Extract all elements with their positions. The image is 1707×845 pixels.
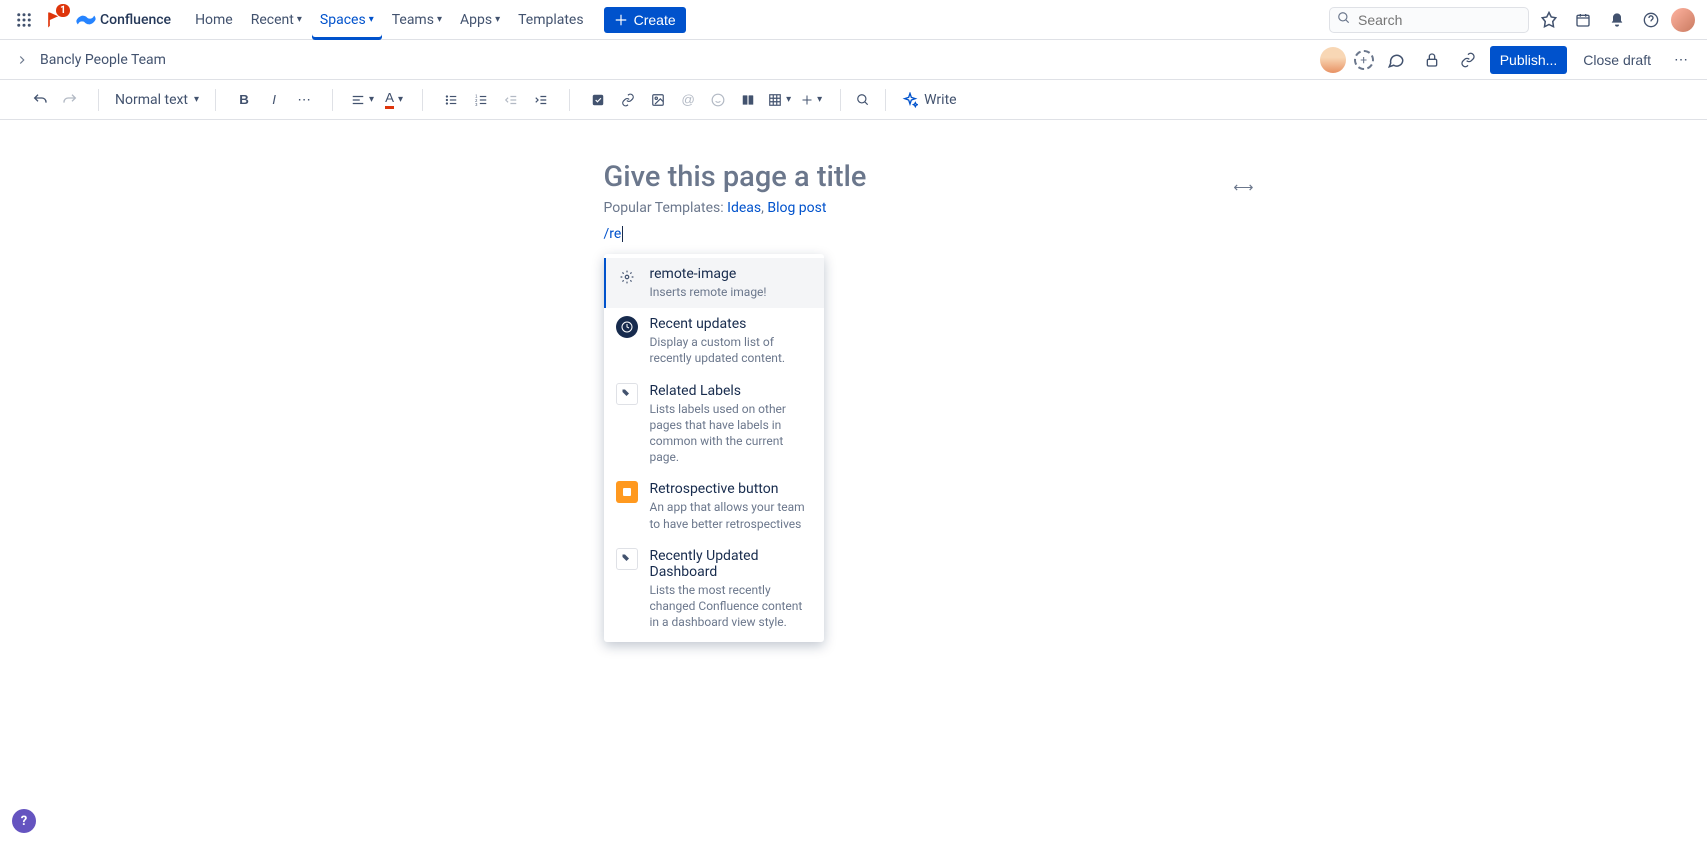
svg-text:3: 3 (475, 101, 478, 106)
page-title-input[interactable]: Give this page a title (604, 160, 1104, 194)
search-input[interactable] (1329, 7, 1529, 33)
help-icon[interactable] (1637, 6, 1665, 34)
chevron-down-icon: ▾ (194, 94, 199, 105)
italic-button[interactable]: I (260, 86, 288, 114)
page-header-bar: Bancly People Team + Publish... Close dr… (0, 40, 1707, 80)
editor-body[interactable]: /re remote-image Inserts remote image! R… (604, 226, 1104, 242)
comments-icon[interactable] (1382, 46, 1410, 74)
redo-button[interactable] (56, 86, 84, 114)
calendar-icon[interactable] (1569, 6, 1597, 34)
format-group: B I ⋯ (224, 86, 324, 114)
align-group: ▾ A▾ (341, 86, 414, 114)
add-viewer-button[interactable]: + (1354, 50, 1374, 70)
profile-avatar[interactable] (1671, 8, 1695, 32)
link-button[interactable] (614, 86, 642, 114)
more-formatting-button[interactable]: ⋯ (290, 86, 318, 114)
publish-button[interactable]: Publish... (1490, 46, 1568, 74)
restrictions-icon[interactable] (1418, 46, 1446, 74)
slash-command-text: /re (604, 226, 622, 242)
rovo-icon[interactable] (1535, 6, 1563, 34)
text-color-button[interactable]: A▾ (380, 86, 408, 114)
popular-templates-line: Popular Templates: Ideas, Blog post (604, 200, 1104, 216)
insert-group: @ ▾ ▾ (578, 86, 832, 114)
bullet-list-button[interactable] (437, 86, 465, 114)
nav-teams[interactable]: Teams▾ (384, 0, 450, 40)
bell-icon[interactable] (1603, 6, 1631, 34)
viewer-avatar[interactable] (1320, 47, 1346, 73)
page-width-handle[interactable]: ⟷ (1233, 180, 1253, 196)
align-button[interactable]: ▾ (347, 86, 378, 114)
mention-button[interactable]: @ (674, 86, 702, 114)
outdent-button[interactable] (497, 86, 525, 114)
create-button[interactable]: Create (604, 7, 686, 33)
history-group (20, 86, 90, 114)
chevron-down-icon: ▾ (817, 94, 822, 105)
chevron-down-icon: ▾ (786, 94, 791, 105)
menu-item-remote-image[interactable]: remote-image Inserts remote image! (604, 258, 824, 308)
menu-item-related-labels[interactable]: Related Labels Lists labels used on othe… (604, 375, 824, 474)
expand-sidebar-icon[interactable] (12, 50, 32, 70)
bold-button[interactable]: B (230, 86, 258, 114)
sparkle-icon (902, 92, 918, 108)
product-name: Confluence (100, 12, 171, 28)
layouts-button[interactable] (734, 86, 762, 114)
template-link-ideas[interactable]: Ideas (727, 200, 761, 216)
app-switcher-icon[interactable] (12, 8, 36, 32)
undo-button[interactable] (26, 86, 54, 114)
global-nav-left: 1 Confluence Home Recent▾ Spaces▾ Teams▾… (12, 0, 686, 40)
image-button[interactable] (644, 86, 672, 114)
notification-count: 1 (56, 4, 70, 17)
search-icon (1337, 11, 1351, 29)
emoji-button[interactable] (704, 86, 732, 114)
nav-recent[interactable]: Recent▾ (243, 0, 310, 40)
search-box (1329, 7, 1529, 33)
plug-icon (616, 548, 638, 570)
text-style-selector[interactable]: Normal text ▾ (107, 88, 207, 112)
retrospective-icon (616, 481, 638, 503)
plug-icon (616, 383, 638, 405)
product-logo[interactable]: Confluence (72, 10, 175, 30)
chevron-down-icon: ▾ (297, 14, 302, 25)
nav-spaces[interactable]: Spaces▾ (312, 0, 382, 40)
primary-nav: Home Recent▾ Spaces▾ Teams▾ Apps▾ Templa… (187, 0, 592, 40)
page-header-actions: + Publish... Close draft ⋯ (1320, 46, 1695, 74)
slash-command-menu: remote-image Inserts remote image! Recen… (604, 254, 824, 642)
confluence-icon (76, 10, 96, 30)
breadcrumb-space[interactable]: Bancly People Team (40, 52, 166, 68)
notification-flag-icon[interactable]: 1 (40, 6, 68, 34)
menu-item-retrospective[interactable]: Retrospective button An app that allows … (604, 473, 824, 539)
nav-home[interactable]: Home (187, 0, 241, 40)
action-item-button[interactable] (584, 86, 612, 114)
chevron-down-icon: ▾ (495, 14, 500, 25)
indent-button[interactable] (527, 86, 555, 114)
insert-more-button[interactable]: ▾ (797, 86, 826, 114)
help-floating-button[interactable]: ? (12, 809, 36, 833)
clock-icon (616, 316, 638, 338)
more-actions-icon[interactable]: ⋯ (1667, 46, 1695, 74)
chevron-down-icon: ▾ (369, 94, 374, 105)
text-cursor (622, 226, 623, 242)
table-button[interactable]: ▾ (764, 86, 795, 114)
close-draft-button[interactable]: Close draft (1575, 46, 1659, 74)
plus-icon (614, 13, 628, 27)
editor-toolbar: Normal text ▾ B I ⋯ ▾ A▾ 123 @ ▾ ▾ Write (0, 80, 1707, 120)
gear-icon (616, 266, 638, 288)
nav-apps[interactable]: Apps▾ (452, 0, 508, 40)
global-nav-right (1329, 6, 1695, 34)
nav-templates[interactable]: Templates (510, 0, 592, 40)
find-replace-button[interactable] (849, 86, 877, 114)
menu-item-recently-updated-dashboard[interactable]: Recently Updated Dashboard Lists the mos… (604, 540, 824, 639)
menu-item-recent-updates[interactable]: Recent updates Display a custom list of … (604, 308, 824, 374)
editor-canvas: ⟷ Give this page a title Popular Templat… (0, 120, 1707, 282)
numbered-list-button[interactable]: 123 (467, 86, 495, 114)
ai-write-button[interactable]: Write (894, 88, 964, 112)
template-link-blog[interactable]: Blog post (767, 200, 826, 216)
list-group: 123 (431, 86, 561, 114)
page-content[interactable]: ⟷ Give this page a title Popular Templat… (474, 160, 1234, 242)
chevron-down-icon: ▾ (398, 94, 403, 105)
chevron-down-icon: ▾ (369, 14, 374, 25)
link-icon[interactable] (1454, 46, 1482, 74)
chevron-down-icon: ▾ (437, 14, 442, 25)
global-nav: 1 Confluence Home Recent▾ Spaces▾ Teams▾… (0, 0, 1707, 40)
